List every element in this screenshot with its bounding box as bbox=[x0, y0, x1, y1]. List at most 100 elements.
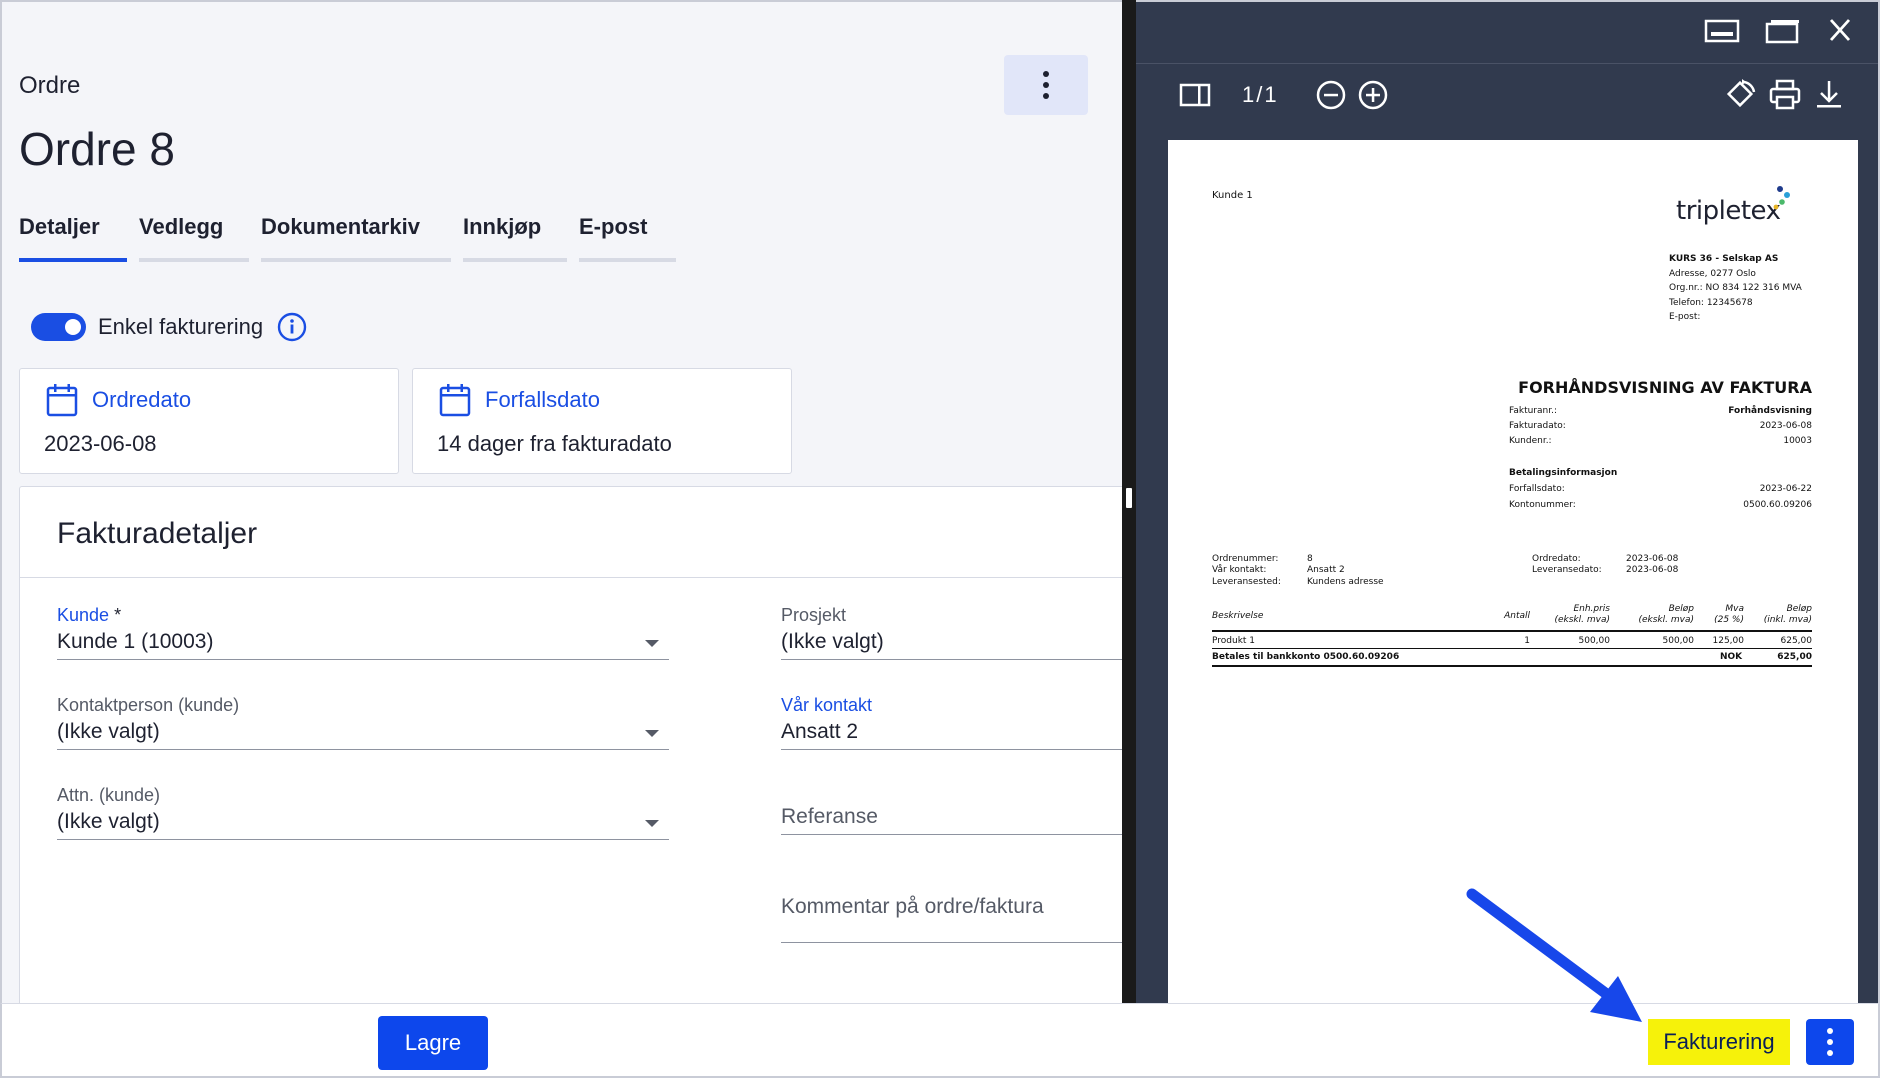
logo-dots-icon bbox=[1773, 186, 1790, 210]
order-panel: Ordre Ordre 8 Detaljer Vedlegg Dokumenta… bbox=[0, 0, 1122, 1003]
pdf-payment-title: Betalingsinformasjon bbox=[1509, 468, 1618, 478]
comment-field[interactable]: Kommentar på ordre/faktura bbox=[781, 895, 1122, 943]
pdf-col-description: Beskrivelse bbox=[1212, 611, 1264, 621]
project-select[interactable]: (Ikke valgt) bbox=[781, 630, 1122, 660]
pdf-order-value: Kundens adresse bbox=[1307, 577, 1384, 587]
reference-field[interactable]: Referanse bbox=[781, 805, 1122, 835]
customer-select[interactable]: Kunde 1 (10003) bbox=[57, 630, 669, 660]
pdf-pay-line: Betales til bankkonto 0500.60.09206 bbox=[1212, 652, 1400, 662]
page-title: Ordre 8 bbox=[19, 123, 175, 175]
pdf-row-description: Produkt 1 bbox=[1212, 636, 1256, 646]
zoom-in-icon[interactable] bbox=[1356, 78, 1390, 112]
sidebar-toggle-icon[interactable] bbox=[1178, 78, 1212, 112]
pdf-viewer: 1/1 Kunde 1 tripletex KURS 36 - Selskap … bbox=[1136, 0, 1880, 1020]
pdf-order-key: Vår kontakt: bbox=[1212, 565, 1267, 575]
contact-person-label: Kontaktperson (kunde) bbox=[57, 695, 240, 715]
pdf-order-key: Ordredato: bbox=[1532, 554, 1581, 564]
pdf-payment-key: Kontonummer: bbox=[1509, 500, 1576, 510]
download-icon[interactable] bbox=[1812, 78, 1846, 112]
reference-input[interactable]: Referanse bbox=[781, 805, 1122, 835]
tab-purchases[interactable]: Innkjøp bbox=[463, 214, 567, 262]
pdf-row-total: 625,00 bbox=[1780, 636, 1813, 646]
project-label: Prosjekt bbox=[781, 605, 847, 625]
breadcrumb[interactable]: Ordre bbox=[19, 72, 80, 100]
pdf-col-total: Beløp (inkl. mva) bbox=[1763, 604, 1812, 625]
our-contact-field[interactable]: Vår kontakt Ansatt 2 bbox=[781, 695, 1122, 750]
footer-more-button[interactable] bbox=[1806, 1019, 1854, 1065]
pdf-company-address: Adresse, 0277 Oslo bbox=[1669, 269, 1756, 279]
drag-handle[interactable] bbox=[1126, 488, 1132, 508]
due-date-value: 14 dager fra fakturadato bbox=[437, 431, 672, 456]
maximize-icon[interactable] bbox=[1762, 16, 1802, 46]
pdf-meta-value: 10003 bbox=[1783, 436, 1812, 446]
calendar-icon bbox=[46, 384, 78, 417]
pdf-col-amount: Beløp (ekskl. mva) bbox=[1638, 604, 1694, 625]
pdf-company-org: Org.nr.: NO 834 122 316 MVA bbox=[1669, 283, 1802, 293]
pdf-grand-total: 625,00 bbox=[1777, 652, 1812, 662]
minimize-icon[interactable] bbox=[1702, 16, 1742, 46]
page-count: 1/1 bbox=[1242, 82, 1279, 107]
customer-field[interactable]: Kunde * Kunde 1 (10003) bbox=[57, 605, 669, 660]
pdf-order-value: 2023-06-08 bbox=[1626, 565, 1679, 575]
contact-person-select[interactable]: (Ikke valgt) bbox=[57, 720, 669, 750]
pdf-meta-key: Fakturadato: bbox=[1509, 421, 1566, 431]
viewer-window-bar bbox=[1136, 2, 1878, 64]
our-contact-select[interactable]: Ansatt 2 bbox=[781, 720, 1122, 750]
attn-label: Attn. (kunde) bbox=[57, 785, 161, 805]
info-icon[interactable] bbox=[277, 312, 307, 342]
tab-details[interactable]: Detaljer bbox=[19, 214, 127, 262]
chevron-down-icon bbox=[645, 640, 659, 647]
close-icon[interactable] bbox=[1820, 16, 1860, 46]
pdf-row-vat: 125,00 bbox=[1712, 636, 1745, 646]
more-options-button[interactable] bbox=[1004, 55, 1088, 115]
save-button[interactable]: Lagre bbox=[378, 1016, 488, 1070]
more-vertical-icon bbox=[1827, 1028, 1833, 1056]
pdf-meta-value: 2023-06-08 bbox=[1759, 421, 1812, 431]
tab-attachments[interactable]: Vedlegg bbox=[139, 214, 249, 262]
tripletex-logo: tripletex bbox=[1676, 196, 1781, 226]
pdf-customer-name: Kunde 1 bbox=[1212, 190, 1253, 201]
pdf-meta-value: Forhåndsvisning bbox=[1728, 406, 1812, 416]
chevron-down-icon bbox=[645, 820, 659, 827]
pdf-total-rule bbox=[1212, 665, 1812, 667]
more-vertical-icon bbox=[1043, 71, 1049, 99]
print-icon[interactable] bbox=[1768, 78, 1802, 112]
pdf-header-rule bbox=[1212, 630, 1812, 632]
pdf-order-key: Leveransedato: bbox=[1532, 565, 1602, 575]
project-field[interactable]: Prosjekt (Ikke valgt) bbox=[781, 605, 1122, 660]
comment-input[interactable]: Kommentar på ordre/faktura bbox=[781, 895, 1122, 943]
contact-person-field[interactable]: Kontaktperson (kunde) (Ikke valgt) bbox=[57, 695, 669, 750]
order-date-value: 2023-06-08 bbox=[44, 431, 157, 456]
zoom-out-icon[interactable] bbox=[1314, 78, 1348, 112]
invoice-details-title: Fakturadetaljer bbox=[57, 517, 258, 550]
pdf-order-value: 8 bbox=[1307, 554, 1313, 564]
tab-email[interactable]: E-post bbox=[579, 214, 676, 262]
pdf-row-qty: 1 bbox=[1524, 636, 1530, 646]
pdf-col-unit-price: Enh.pris (ekskl. mva) bbox=[1554, 604, 1610, 625]
pdf-meta-key: Fakturanr.: bbox=[1509, 406, 1557, 416]
pdf-toolbar: 1/1 bbox=[1136, 64, 1878, 124]
order-date-label: Ordredato bbox=[92, 387, 192, 412]
pdf-company-email: E-post: bbox=[1669, 312, 1701, 322]
attn-field[interactable]: Attn. (kunde) (Ikke valgt) bbox=[57, 785, 669, 840]
panel-splitter[interactable] bbox=[1122, 0, 1136, 1003]
invoice-details-card: Fakturadetaljer Kunde * Kunde 1 (10003) … bbox=[19, 486, 1122, 1003]
pdf-company-phone: Telefon: 12345678 bbox=[1669, 298, 1753, 308]
attn-select[interactable]: (Ikke valgt) bbox=[57, 810, 669, 840]
simple-invoicing-toggle[interactable] bbox=[31, 313, 86, 341]
pdf-company-name: KURS 36 - Selskap AS bbox=[1669, 254, 1779, 264]
pdf-order-value: Ansatt 2 bbox=[1307, 565, 1345, 575]
order-date-field[interactable]: Ordredato 2023-06-08 bbox=[19, 368, 399, 474]
pdf-order-key: Ordrenummer: bbox=[1212, 554, 1279, 564]
tab-document-archive[interactable]: Dokumentarkiv bbox=[261, 214, 451, 262]
pdf-payment-key: Forfallsdato: bbox=[1509, 484, 1565, 494]
pdf-row-unit-price: 500,00 bbox=[1578, 636, 1611, 646]
simple-invoicing-row: Enkel fakturering bbox=[31, 312, 307, 342]
pdf-row-rule bbox=[1212, 648, 1812, 649]
pdf-payment-value: 0500.60.09206 bbox=[1743, 500, 1812, 510]
due-date-field[interactable]: Forfallsdato 14 dager fra fakturadato bbox=[412, 368, 792, 474]
pdf-col-vat: Mva (25 %) bbox=[1714, 604, 1744, 625]
pdf-col-qty: Antall bbox=[1504, 611, 1530, 621]
invoice-button[interactable]: Fakturering bbox=[1648, 1019, 1790, 1065]
rotate-icon[interactable] bbox=[1724, 78, 1758, 112]
